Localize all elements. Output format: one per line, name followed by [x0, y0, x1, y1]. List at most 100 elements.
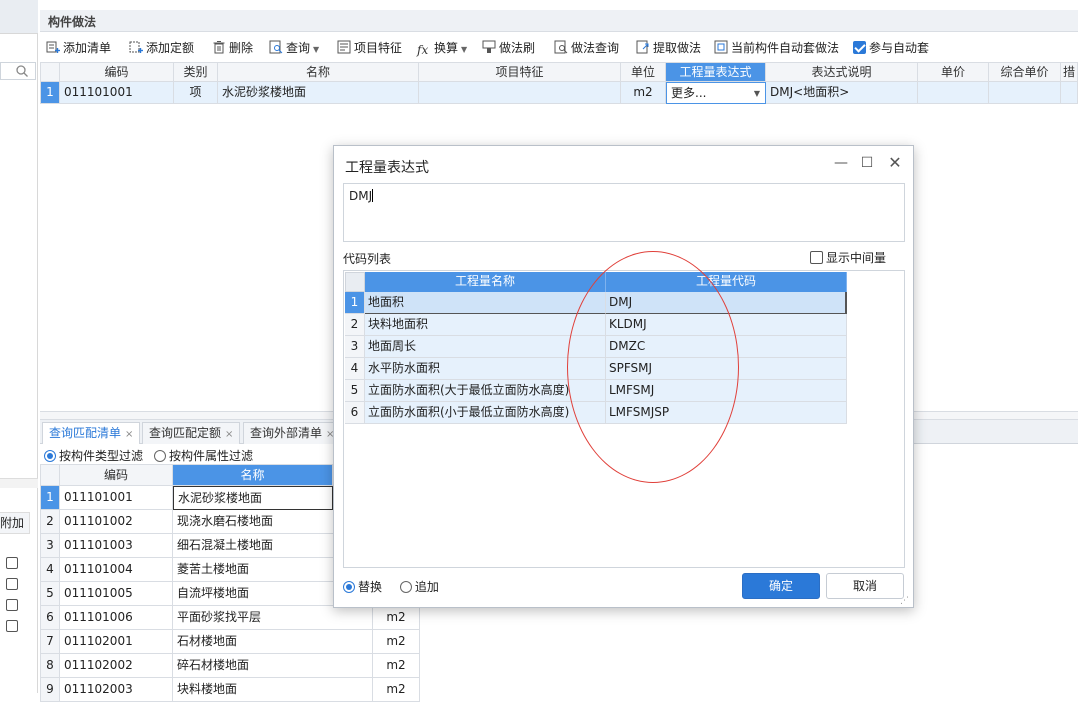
ok-button[interactable]: 确定 [742, 573, 820, 599]
method-brush-button[interactable]: 做法刷 [482, 40, 535, 58]
column-header-price[interactable]: 单价 [918, 62, 989, 82]
row-number[interactable]: 2 [345, 314, 365, 336]
column-header-type[interactable]: 类别 [174, 62, 218, 82]
row-number[interactable]: 5 [345, 380, 365, 402]
close-icon[interactable]: ✕ [885, 154, 905, 174]
column-header-composite-price[interactable]: 综合单价 [989, 62, 1061, 82]
maximize-icon[interactable]: ☐ [857, 154, 877, 174]
expression-input[interactable]: DMJ [343, 183, 905, 242]
row-code-cell[interactable]: 011101005 [60, 582, 173, 606]
quantity-name-cell[interactable]: 水平防水面积 [365, 358, 606, 380]
left-search-input[interactable] [0, 62, 36, 80]
column-header-name[interactable]: 名称 [173, 464, 333, 486]
row-name-cell[interactable]: 碎石材楼地面 [173, 654, 373, 678]
extract-method-button[interactable]: 提取做法 [636, 40, 701, 58]
row-unit-cell[interactable]: m2 [373, 630, 420, 654]
row-code-cell[interactable]: 011101001 [60, 486, 173, 510]
row-code-cell[interactable]: 011101002 [60, 510, 173, 534]
row-number[interactable]: 3 [40, 534, 60, 558]
quantity-code-cell[interactable]: DMZC [606, 336, 847, 358]
column-header-unit[interactable]: 单位 [621, 62, 666, 82]
row-name-cell[interactable]: 水泥砂浆楼地面 [173, 486, 333, 510]
row-unit-cell[interactable]: m2 [373, 606, 420, 630]
row-number[interactable]: 1 [40, 486, 60, 510]
join-auto-checkbox[interactable]: 参与自动套 [853, 40, 929, 58]
minimize-icon[interactable]: — [831, 154, 851, 174]
row-code-cell[interactable]: 011101001 [60, 82, 174, 104]
column-header-quantity-code[interactable]: 工程量代码 [606, 272, 847, 292]
search-icon[interactable] [15, 64, 29, 78]
show-intermediate-checkbox[interactable]: 显示中间量 [810, 249, 886, 266]
row-expression-desc-cell[interactable]: DMJ<地面积> [766, 82, 918, 104]
row-unit-cell[interactable]: m2 [373, 654, 420, 678]
delete-button[interactable]: 删除 [212, 40, 253, 58]
column-header-code[interactable]: 编码 [60, 464, 173, 486]
row-code-cell[interactable]: 011101003 [60, 534, 173, 558]
row-unit-cell[interactable]: m2 [621, 82, 666, 104]
quantity-code-cell[interactable]: LMFSMJ [606, 380, 847, 402]
add-list-button[interactable]: 添加清单 [46, 40, 111, 58]
row-number[interactable]: 9 [40, 678, 60, 702]
append-radio[interactable]: 追加 [399, 580, 439, 594]
row-number[interactable]: 8 [40, 654, 60, 678]
auto-apply-current-button[interactable]: 当前构件自动套做法 [714, 40, 839, 58]
row-name-cell[interactable]: 石材楼地面 [173, 630, 373, 654]
row-composite-price-cell[interactable] [989, 82, 1061, 104]
close-icon[interactable]: × [125, 429, 133, 440]
tab-match-quota[interactable]: 查询匹配定额 × [142, 422, 241, 444]
row-number[interactable]: 5 [40, 582, 60, 606]
resize-grip-icon[interactable]: ⋰ [900, 596, 910, 606]
left-row-checkbox[interactable] [6, 620, 18, 632]
method-query-button[interactable]: 做法查询 [554, 40, 619, 58]
row-code-cell[interactable]: 011102003 [60, 678, 173, 702]
quantity-name-cell[interactable]: 地面积 [365, 292, 606, 314]
quantity-name-cell[interactable]: 地面周长 [365, 336, 606, 358]
quantity-name-cell[interactable]: 立面防水面积(小于最低立面防水高度) [365, 402, 606, 424]
left-row-checkbox[interactable] [6, 599, 18, 611]
replace-radio[interactable]: 替换 [343, 580, 382, 594]
add-quota-button[interactable]: 添加定额 [129, 40, 194, 58]
left-row-checkbox[interactable] [6, 578, 18, 590]
row-feature-cell[interactable] [419, 82, 621, 104]
close-icon[interactable]: × [225, 429, 233, 440]
row-type-cell[interactable]: 项 [174, 82, 218, 104]
filter-by-type-radio[interactable]: 按构件类型过滤 [44, 447, 143, 464]
row-number[interactable]: 6 [345, 402, 365, 424]
quantity-code-cell[interactable]: DMJ [606, 292, 847, 314]
row-code-cell[interactable]: 011101004 [60, 558, 173, 582]
row-measure-cell[interactable] [1061, 82, 1078, 104]
quantity-name-cell[interactable]: 块料地面积 [365, 314, 606, 336]
row-code-cell[interactable]: 011102002 [60, 654, 173, 678]
quantity-code-cell[interactable]: SPFSMJ [606, 358, 847, 380]
row-number[interactable]: 1 [40, 82, 60, 104]
row-name-cell[interactable]: 平面砂浆找平层 [173, 606, 373, 630]
column-header-expression[interactable]: 工程量表达式 [666, 62, 766, 82]
quantity-code-cell[interactable]: KLDMJ [606, 314, 847, 336]
column-header-name[interactable]: 名称 [218, 62, 419, 82]
tab-match-list[interactable]: 查询匹配清单 × [42, 422, 141, 444]
convert-dropdown[interactable]: fx 换算 ▼ [417, 40, 467, 58]
column-header-code[interactable]: 编码 [60, 62, 174, 82]
query-dropdown[interactable]: 查询 ▼ [269, 40, 319, 58]
row-number[interactable]: 4 [40, 558, 60, 582]
left-row-checkbox[interactable] [6, 557, 18, 569]
quantity-code-cell[interactable]: LMFSMJSP [606, 402, 847, 424]
row-unit-cell[interactable]: m2 [373, 678, 420, 702]
row-number[interactable]: 4 [345, 358, 365, 380]
tab-external-list[interactable]: 查询外部清单 × [243, 422, 342, 444]
item-feature-button[interactable]: 项目特征 [337, 40, 402, 58]
column-header-measure[interactable]: 措 [1061, 62, 1078, 82]
row-number[interactable]: 7 [40, 630, 60, 654]
row-name-cell[interactable]: 块料楼地面 [173, 678, 373, 702]
column-header-quantity-name[interactable]: 工程量名称 [365, 272, 606, 292]
cancel-button[interactable]: 取消 [826, 573, 904, 599]
row-number[interactable]: 2 [40, 510, 60, 534]
row-code-cell[interactable]: 011102001 [60, 630, 173, 654]
row-number[interactable]: 3 [345, 336, 365, 358]
filter-by-attr-radio[interactable]: 按构件属性过滤 [154, 447, 253, 464]
column-header-feature[interactable]: 项目特征 [419, 62, 621, 82]
quantity-name-cell[interactable]: 立面防水面积(大于最低立面防水高度) [365, 380, 606, 402]
row-number[interactable]: 1 [345, 292, 365, 314]
column-header-expression-desc[interactable]: 表达式说明 [766, 62, 918, 82]
expression-dropdown[interactable]: 更多... ▼ [666, 82, 766, 104]
